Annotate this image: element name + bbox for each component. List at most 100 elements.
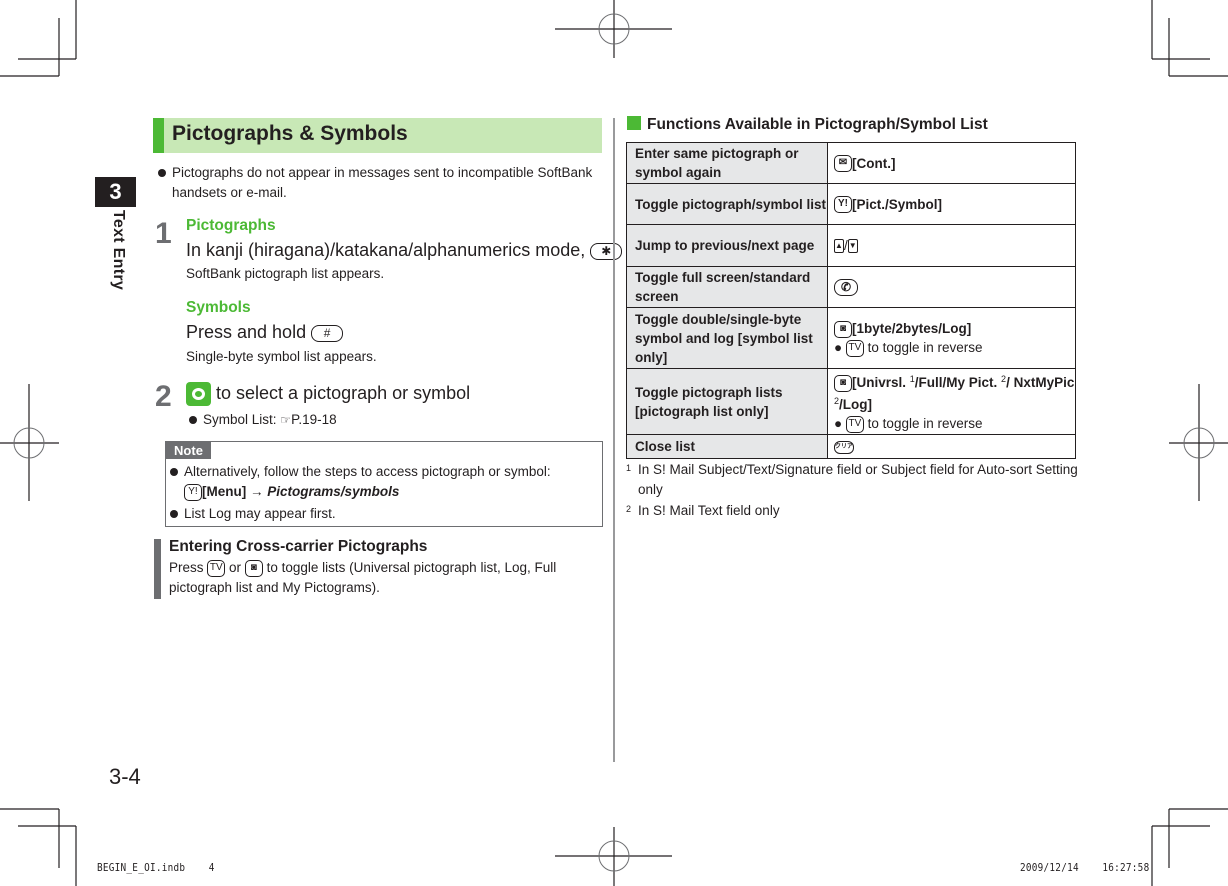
chapter-title: Text Entry bbox=[103, 210, 127, 294]
chapter-number: 3 bbox=[95, 177, 136, 207]
table-row: Toggle full screen/standard screen ✆ bbox=[626, 266, 1076, 308]
function-label: Enter same pictograph or symbol again bbox=[626, 142, 828, 184]
bullet-icon bbox=[189, 416, 197, 424]
cross-carrier-desc: to toggle lists (Universal pictograph li… bbox=[169, 560, 557, 595]
bullet-icon bbox=[170, 510, 178, 518]
step-number-1: 1 bbox=[155, 217, 172, 250]
function-label: Toggle pictograph lists [pictograph list… bbox=[626, 368, 828, 435]
function-label: Toggle double/single-byte symbol and log… bbox=[626, 307, 828, 369]
hash-key-icon: # bbox=[311, 324, 344, 342]
intro-bullet-text: Pictographs do not appear in messages se… bbox=[172, 165, 593, 200]
or-label: or bbox=[229, 560, 242, 575]
functions-table: Enter same pictograph or symbol again ✉[… bbox=[626, 142, 1076, 459]
step-subhead-symbols: Symbols bbox=[186, 299, 251, 316]
function-label: Toggle pictograph/symbol list bbox=[626, 183, 828, 225]
bullet-icon bbox=[170, 468, 178, 476]
step-subhead-pictographs: Pictographs bbox=[186, 217, 276, 234]
footnote: 1 In S! Mail Subject/Text/Signature fiel… bbox=[626, 460, 1081, 500]
step-instruction-select: to select a pictograph or symbol bbox=[186, 382, 470, 406]
slug-filename: BEGIN_E_OI.indb 4 bbox=[97, 861, 215, 874]
chapter-title-text: Text Entry bbox=[110, 210, 127, 291]
yahoo-key-icon: Y! bbox=[184, 483, 202, 501]
value-text: [1byte/2bytes/Log] bbox=[852, 321, 972, 336]
note-text: List Log may appear first. bbox=[184, 506, 336, 521]
table-row: Enter same pictograph or symbol again ✉[… bbox=[626, 142, 1076, 184]
section-header: Pictographs & Symbols bbox=[153, 118, 602, 153]
footnote-mark: 2 bbox=[626, 504, 632, 514]
footnote: 2 In S! Mail Text field only bbox=[626, 501, 1081, 521]
menu-label: [Menu] bbox=[202, 484, 247, 499]
start-call-key-icon: ✆ bbox=[834, 279, 858, 297]
step-instruction-pictographs: In kanji (hiragana)/katakana/alphanumeri… bbox=[186, 240, 623, 261]
sub-bullet: ● TV to toggle in reverse bbox=[834, 339, 983, 357]
function-value: ✉ [Cont.] bbox=[827, 142, 1076, 184]
instruction-text: Press and hold bbox=[186, 322, 307, 342]
function-label: Toggle full screen/standard screen bbox=[626, 266, 828, 308]
table-row: Toggle double/single-byte symbol and log… bbox=[626, 307, 1076, 369]
table-row: Toggle pictograph lists [pictograph list… bbox=[626, 368, 1076, 435]
value-text: [Cont.] bbox=[852, 155, 896, 171]
column-divider bbox=[613, 118, 615, 762]
section-title: Pictographs & Symbols bbox=[172, 122, 408, 145]
ref-label: Symbol List: bbox=[203, 412, 277, 427]
section-header-accent bbox=[153, 118, 164, 153]
function-label: Close list bbox=[626, 434, 828, 459]
table-row: Jump to previous/next page ▲/▼ bbox=[626, 224, 1076, 267]
function-value: ▲/▼ bbox=[827, 224, 1076, 267]
function-label: Jump to previous/next page bbox=[626, 224, 828, 267]
step-number-2: 2 bbox=[155, 380, 172, 413]
functions-title: Functions Available in Pictograph/Symbol… bbox=[647, 116, 988, 133]
sub-text: to toggle in reverse bbox=[867, 340, 983, 355]
step-instruction-symbols: Press and hold # bbox=[186, 322, 344, 343]
sub-bullet: ● TV to toggle in reverse bbox=[834, 415, 983, 433]
value-text: [Univrsl. bbox=[852, 375, 910, 390]
table-row: Toggle pictograph/symbol list Y! [Pict./S… bbox=[626, 183, 1076, 225]
slug-timestamp: 2009/12/14 16:27:58 bbox=[1020, 861, 1150, 874]
value-text: /Full/My Pict. bbox=[914, 375, 1002, 390]
green-square-icon bbox=[627, 116, 641, 130]
yahoo-key-icon: Y! bbox=[834, 196, 852, 214]
side-accent-bar bbox=[154, 539, 161, 599]
camera-key-icon: ◙ bbox=[244, 559, 263, 577]
value-text: [Pict./Symbol] bbox=[852, 196, 943, 212]
value-text: / NxtMyPic bbox=[1006, 375, 1075, 390]
note-bullet: Alternatively, follow the steps to acces… bbox=[170, 462, 600, 502]
page-reference-link[interactable]: P.19-18 bbox=[291, 412, 337, 427]
camera-key-icon: ◙ bbox=[834, 374, 852, 392]
reference-hand-icon: ☞ bbox=[280, 413, 292, 427]
side-down-key-icon: ▼ bbox=[847, 239, 858, 254]
function-value: ◙ [1byte/2bytes/Log] ● TV to toggle in re… bbox=[827, 307, 1076, 369]
function-value: クリア bbox=[827, 434, 1076, 459]
instruction-text: In kanji (hiragana)/katakana/alphanumeri… bbox=[186, 240, 586, 260]
page-number: 3-4 bbox=[109, 764, 141, 789]
note-text: Alternatively, follow the steps to acces… bbox=[184, 464, 551, 479]
functions-heading: Functions Available in Pictograph/Symbol… bbox=[627, 116, 988, 134]
cross-carrier-title: Entering Cross-carrier Pictographs bbox=[169, 538, 428, 555]
bullet-icon bbox=[158, 169, 166, 177]
value-text: /Log] bbox=[839, 397, 873, 412]
intro-bullet: Pictographs do not appear in messages se… bbox=[158, 163, 598, 203]
press-label: Press bbox=[169, 560, 204, 575]
table-row: Close list クリア bbox=[626, 434, 1076, 459]
side-up-key-icon: ▲ bbox=[834, 239, 844, 254]
note-label: Note bbox=[166, 442, 211, 459]
mail-key-icon: ✉ bbox=[834, 155, 852, 173]
tv-key-icon: TV bbox=[207, 559, 226, 577]
footnote-mark: 1 bbox=[626, 463, 632, 473]
symbol-list-ref-bullet: Symbol List: ☞P.19-18 bbox=[189, 410, 489, 430]
arrow-icon: → bbox=[250, 484, 264, 499]
note-box: Note Alternatively, follow the steps to … bbox=[165, 441, 603, 527]
function-value: Y! [Pict./Symbol] bbox=[827, 183, 1076, 225]
multi-selector-key-icon bbox=[186, 382, 211, 406]
function-value: ✆ bbox=[827, 266, 1076, 308]
cross-carrier-text: Press TV or ◙ to toggle lists (Universal… bbox=[169, 558, 599, 598]
step-result-pictographs: SoftBank pictograph list appears. bbox=[186, 266, 385, 281]
note-bullet: List Log may appear first. bbox=[170, 504, 600, 524]
camera-key-icon: ◙ bbox=[834, 320, 852, 338]
step-result-symbols: Single-byte symbol list appears. bbox=[186, 349, 377, 364]
sub-text: to toggle in reverse bbox=[867, 416, 983, 431]
clear-back-key-icon: クリア bbox=[834, 440, 854, 454]
tv-key-icon: TV bbox=[845, 339, 864, 357]
footnote-text: In S! Mail Text field only bbox=[638, 503, 780, 518]
menu-path: Pictograms/symbols bbox=[267, 484, 400, 499]
